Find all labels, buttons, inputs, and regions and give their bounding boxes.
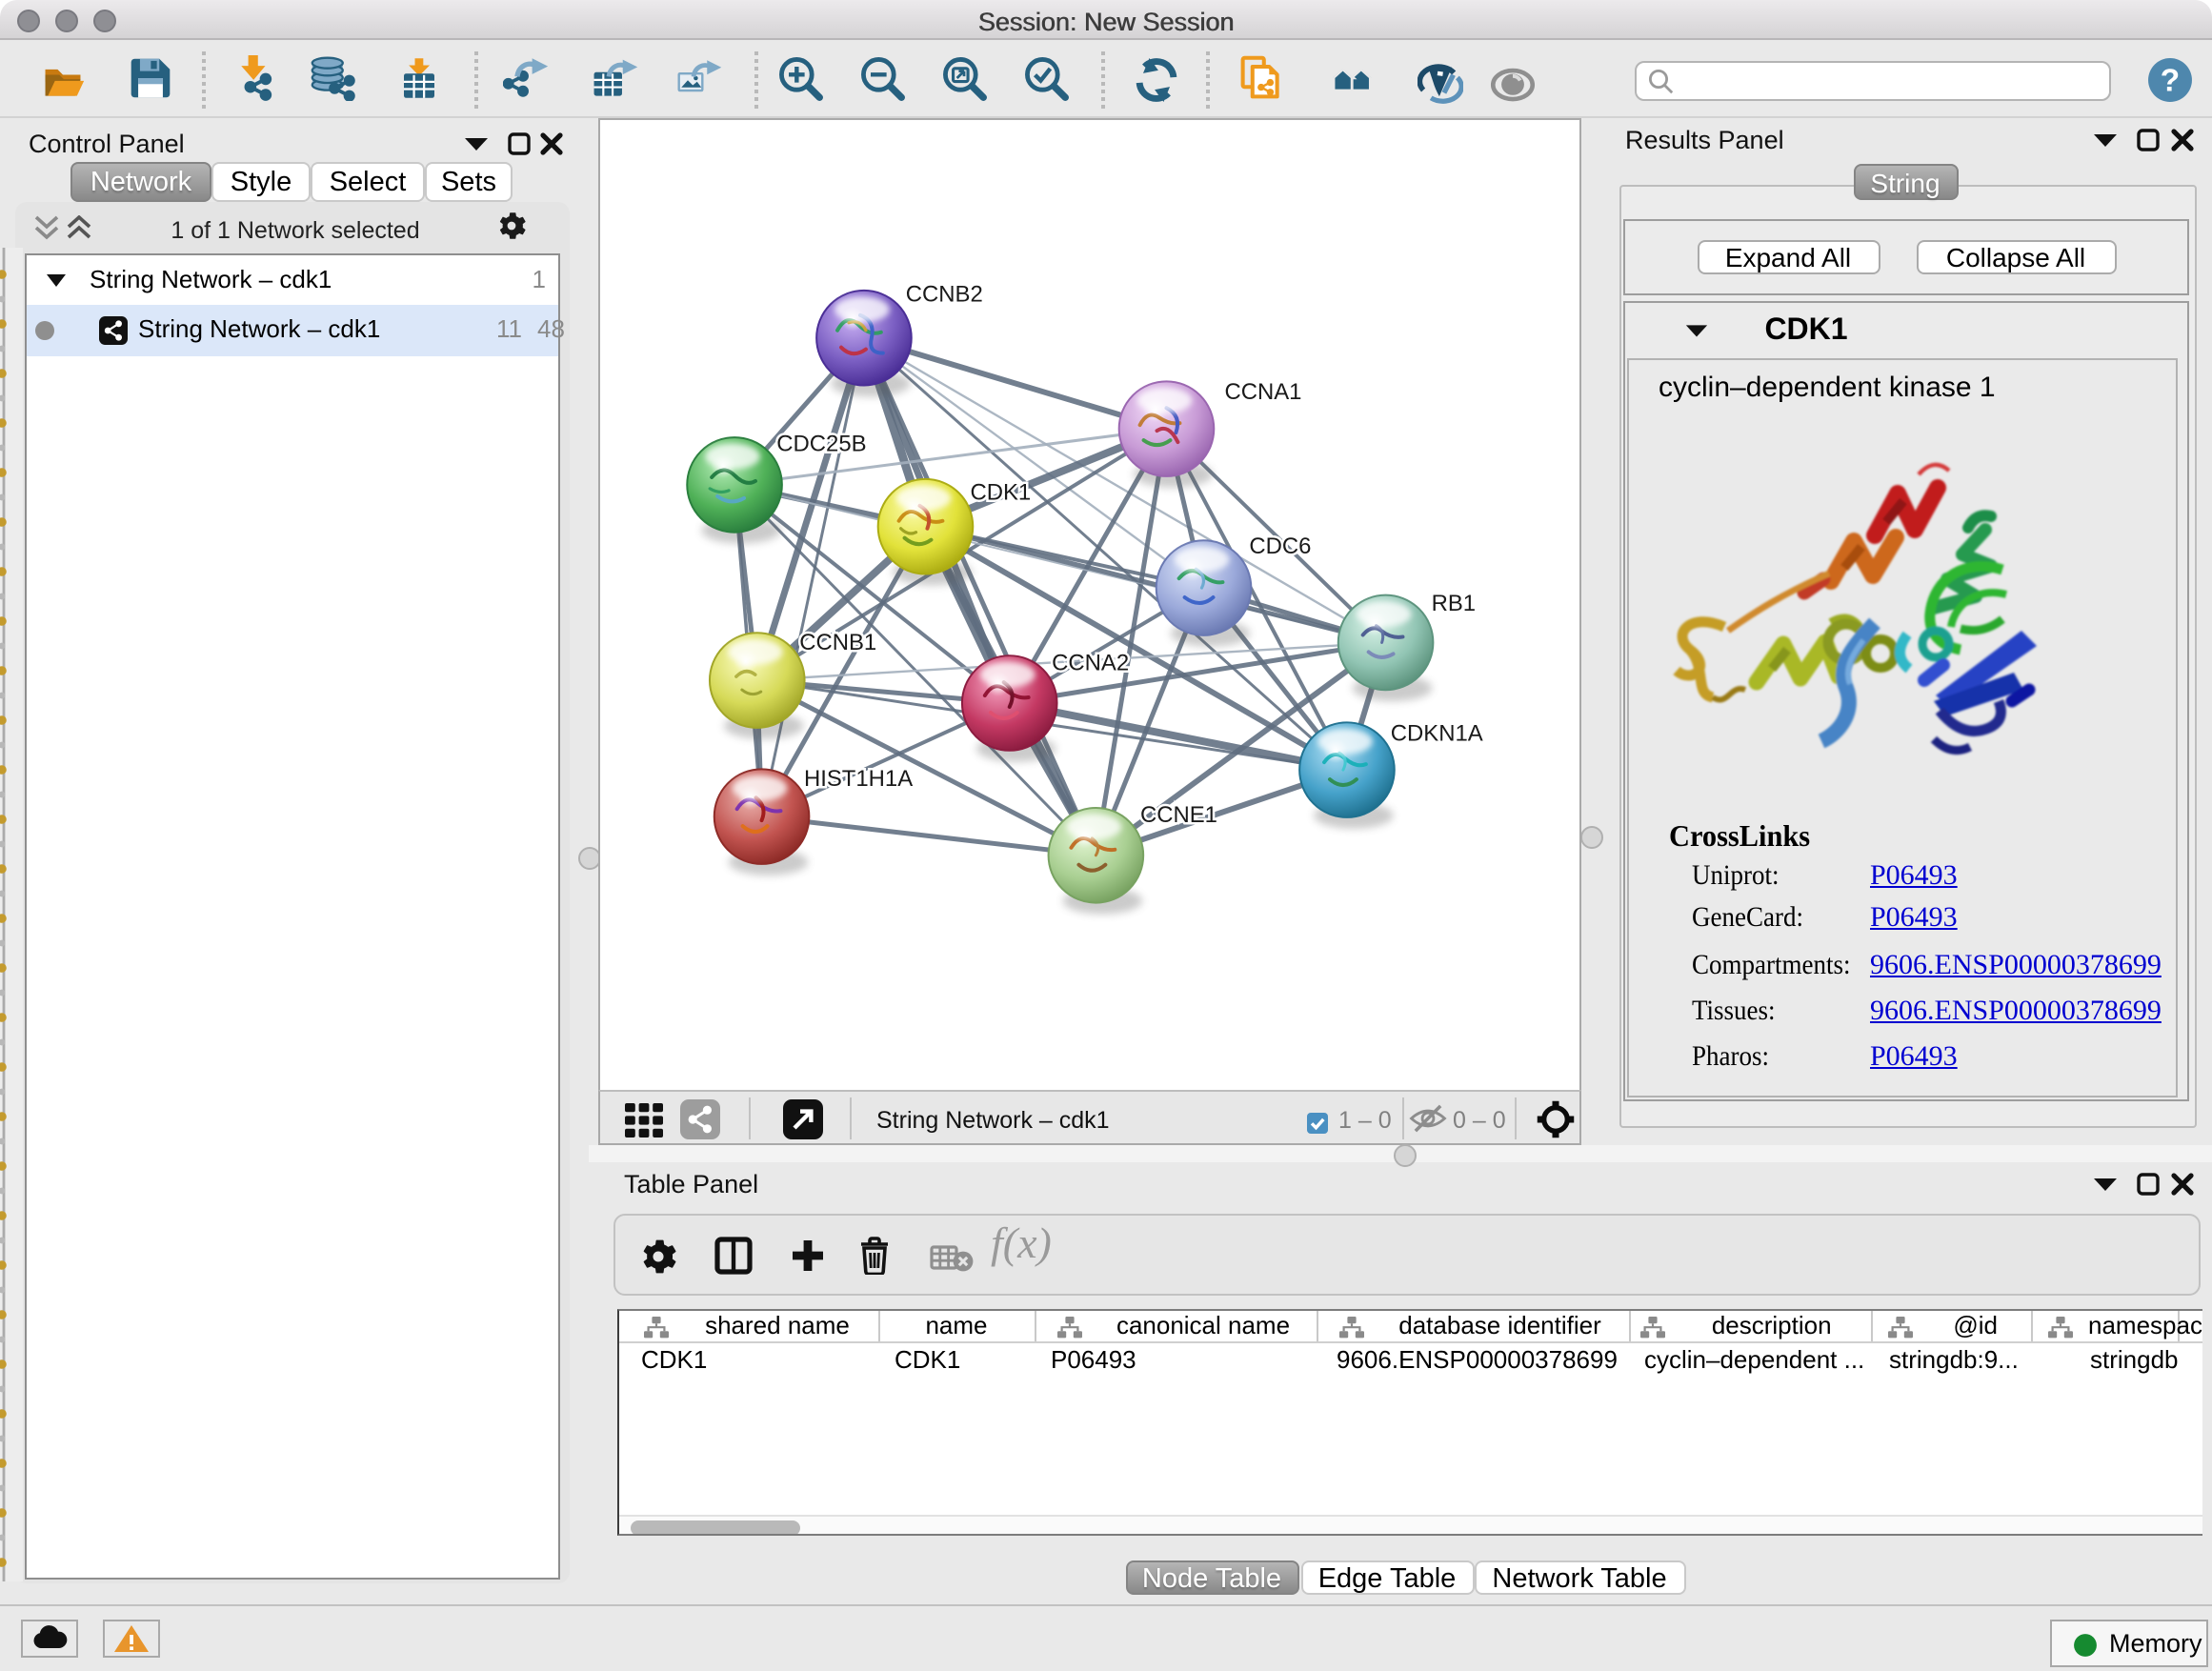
svg-text:CDK1: CDK1	[969, 479, 1030, 505]
svg-text:CCNA1: CCNA1	[1223, 379, 1300, 405]
svg-text:HIST1H1A: HIST1H1A	[803, 766, 912, 792]
svg-text:CDKN1A: CDKN1A	[1390, 720, 1482, 746]
svg-text:RB1: RB1	[1431, 591, 1475, 616]
svg-text:CCNB2: CCNB2	[905, 281, 982, 307]
svg-text:CDC6: CDC6	[1248, 534, 1310, 559]
svg-text:CCNA2: CCNA2	[1051, 650, 1128, 675]
svg-text:CDC25B: CDC25B	[775, 432, 865, 457]
svg-text:?: ?	[2161, 63, 2180, 98]
svg-text:CCNE1: CCNE1	[1139, 802, 1217, 828]
svg-text:CCNB1: CCNB1	[798, 630, 875, 655]
